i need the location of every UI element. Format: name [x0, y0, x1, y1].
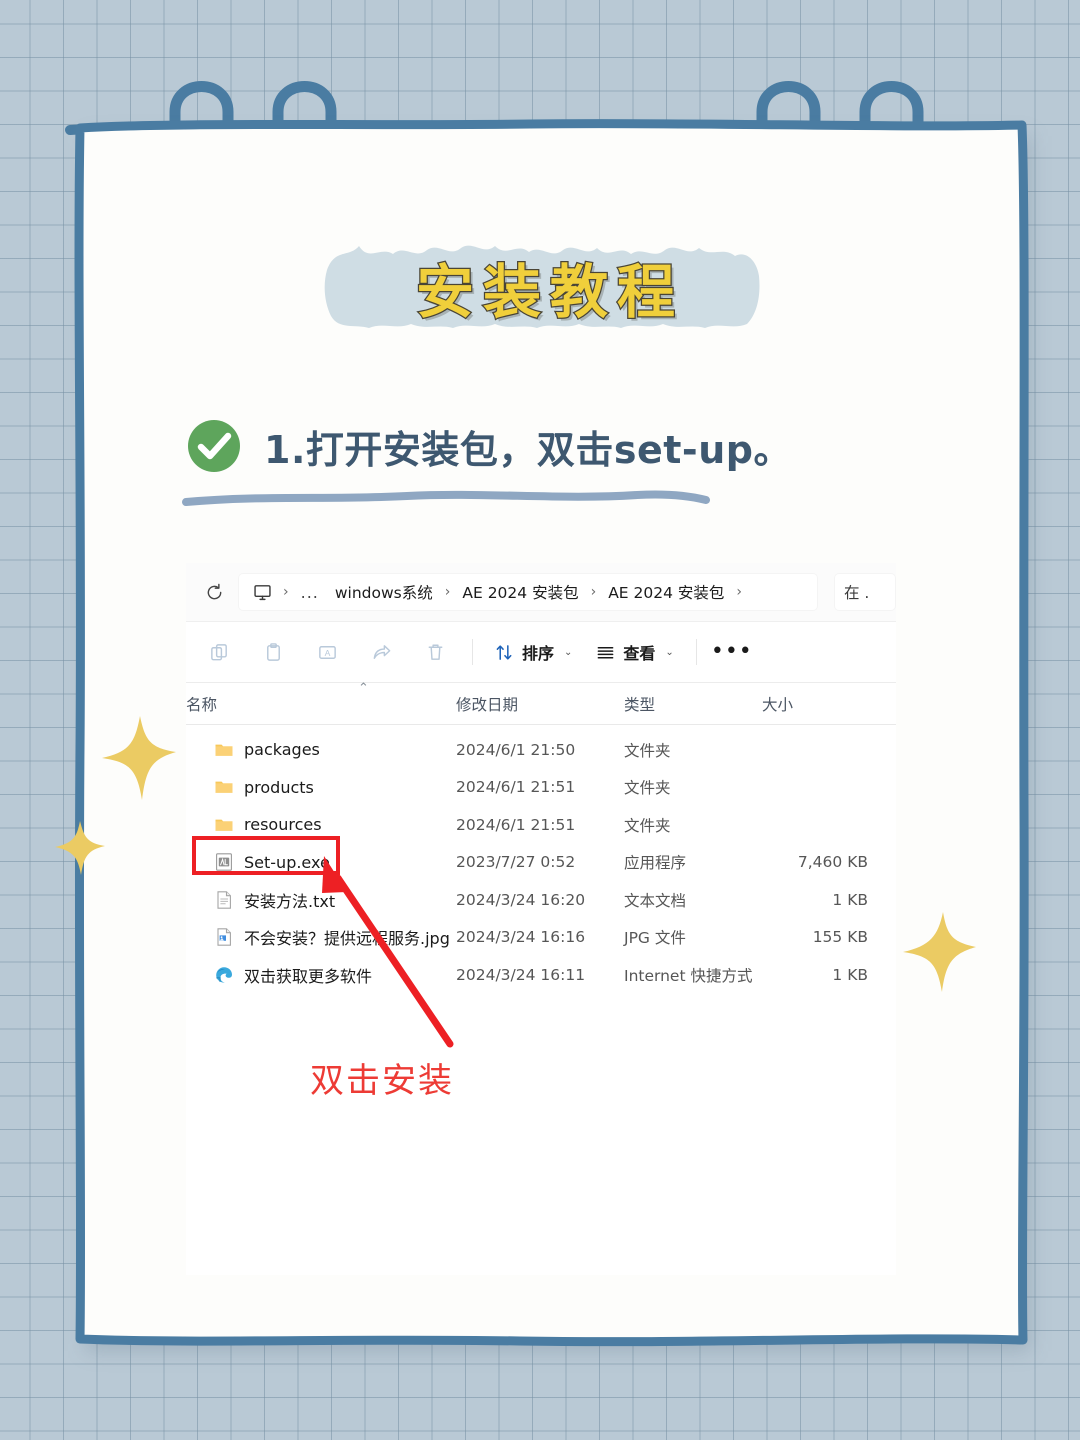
- file-type: 应用程序: [624, 854, 687, 873]
- sort-arrows-icon: [496, 644, 512, 660]
- poster-page: 安装教程 1.打开安装包，双击set-up。 › ... windows系统 ›…: [0, 0, 1080, 1440]
- file-type: 文件夹: [624, 816, 671, 835]
- chevron-down-icon: ⌄: [564, 646, 573, 658]
- column-header-date[interactable]: 修改日期: [456, 693, 624, 715]
- search-input[interactable]: 在 .: [834, 573, 896, 611]
- breadcrumb-item-windows[interactable]: windows系统: [328, 577, 440, 607]
- refresh-icon[interactable]: [198, 576, 230, 608]
- more-options-button[interactable]: •••: [707, 632, 757, 672]
- file-date: 2024/3/24 16:20: [456, 890, 586, 909]
- file-name: Set-up.exe: [244, 852, 330, 872]
- file-name-cell: resources: [186, 815, 456, 835]
- toolbar-divider: [695, 639, 697, 665]
- file-type: Internet 快捷方式: [624, 966, 753, 985]
- command-bar: A 排序 ⌄ 查看 ⌄ •••: [186, 621, 896, 683]
- table-row[interactable]: packages 2024/6/1 21:50 文件夹: [186, 731, 896, 769]
- file-size: 1 KB: [832, 965, 868, 984]
- file-list: packages 2024/6/1 21:50 文件夹 products 202…: [186, 725, 896, 994]
- breadcrumb-separator: ›: [444, 584, 451, 600]
- folder-icon: [215, 781, 233, 794]
- breadcrumb-item-ae2024-2[interactable]: AE 2024 安装包: [601, 577, 731, 607]
- breadcrumb[interactable]: › ... windows系统 › AE 2024 安装包 › AE 2024 …: [238, 573, 818, 611]
- sort-label: 排序: [522, 644, 555, 663]
- breadcrumb-separator: ›: [736, 584, 742, 600]
- file-type: 文本文档: [624, 891, 687, 910]
- file-name: resources: [244, 815, 322, 835]
- delete-icon[interactable]: [408, 629, 462, 675]
- copy-icon[interactable]: [192, 629, 246, 675]
- view-lines-icon: [598, 646, 614, 658]
- file-size: 7,460 KB: [797, 853, 868, 872]
- file-type: 文件夹: [624, 741, 671, 760]
- step-heading-row: 1.打开安装包，双击set-up。: [186, 418, 792, 474]
- this-pc-monitor-icon[interactable]: [246, 576, 278, 608]
- jpg-file-icon: [217, 928, 231, 946]
- paste-icon[interactable]: [246, 629, 300, 675]
- step-underline-stroke: [182, 490, 710, 506]
- exe-app-icon: [216, 853, 232, 871]
- title-container: 安装教程: [78, 232, 1022, 342]
- file-type: 文件夹: [624, 779, 671, 798]
- column-headers: ⌃ 名称 修改日期 类型 大小: [186, 681, 896, 725]
- column-header-size[interactable]: 大小: [762, 693, 868, 715]
- file-date: 2024/6/1 21:51: [456, 778, 576, 797]
- file-name-cell: packages: [186, 740, 456, 760]
- breadcrumb-separator: ›: [283, 584, 289, 600]
- file-date: 2024/6/1 21:50: [456, 740, 576, 759]
- folder-icon: [215, 819, 233, 831]
- toolbar-divider: [472, 639, 473, 665]
- search-placeholder: 在 .: [844, 584, 870, 602]
- table-row[interactable]: 不会安装？提供远程服务.jpg 2024/3/24 16:16 JPG 文件 1…: [186, 919, 896, 957]
- file-name-cell: 不会安装？提供远程服务.jpg: [186, 925, 456, 949]
- file-explorer-window[interactable]: › ... windows系统 › AE 2024 安装包 › AE 2024 …: [186, 563, 896, 1275]
- step-heading-text: 1.打开安装包，双击set-up。: [264, 427, 792, 472]
- file-date: 2023/7/27 0:52: [456, 853, 576, 872]
- file-name: packages: [244, 740, 320, 760]
- breadcrumb-overflow[interactable]: ...: [294, 579, 326, 606]
- address-bar: › ... windows系统 › AE 2024 安装包 › AE 2024 …: [186, 563, 896, 621]
- file-date: 2024/3/24 16:11: [456, 965, 586, 984]
- file-name-cell: 双击获取更多软件: [186, 963, 456, 987]
- view-label: 查看: [623, 644, 656, 663]
- breadcrumb-item-ae2024-1[interactable]: AE 2024 安装包: [455, 577, 585, 607]
- file-name: products: [244, 777, 314, 797]
- table-row[interactable]: 双击获取更多软件 2024/3/24 16:11 Internet 快捷方式 1…: [186, 956, 896, 994]
- edge-shortcut-icon: [216, 966, 232, 983]
- table-row[interactable]: products 2024/6/1 21:51 文件夹: [186, 769, 896, 807]
- breadcrumb-separator: ›: [590, 584, 597, 600]
- file-name-cell: Set-up.exe: [186, 852, 456, 872]
- file-name-cell: products: [186, 777, 456, 797]
- table-row[interactable]: Set-up.exe 2023/7/27 0:52 应用程序 7,460 KB: [186, 844, 896, 882]
- rename-icon[interactable]: A: [300, 629, 354, 675]
- txt-file-icon: [217, 891, 231, 909]
- file-name-cell: 安装方法.txt: [186, 888, 456, 912]
- column-header-name[interactable]: 名称: [186, 693, 456, 715]
- file-type: JPG 文件: [624, 929, 686, 948]
- chevron-down-icon: ⌄: [665, 646, 674, 658]
- file-name: 不会安装？提供远程服务.jpg: [244, 929, 450, 949]
- green-check-circle-icon: [188, 420, 240, 472]
- svg-text:A: A: [324, 647, 330, 657]
- sort-indicator-caret: ⌃: [358, 681, 369, 696]
- table-row[interactable]: 安装方法.txt 2024/3/24 16:20 文本文档 1 KB: [186, 881, 896, 919]
- file-date: 2024/3/24 16:16: [456, 928, 586, 947]
- column-header-type[interactable]: 类型: [624, 693, 762, 715]
- file-size: 155 KB: [812, 928, 868, 947]
- page-title: 安装教程: [415, 257, 684, 328]
- folder-icon: [215, 744, 233, 756]
- sort-button[interactable]: 排序 ⌄: [483, 632, 584, 672]
- table-row[interactable]: resources 2024/6/1 21:51 文件夹: [186, 806, 896, 844]
- file-size: 1 KB: [832, 890, 868, 909]
- view-button[interactable]: 查看 ⌄: [584, 632, 685, 672]
- annotation-text: 双击安装: [310, 1061, 454, 1101]
- file-name: 安装方法.txt: [244, 891, 336, 911]
- share-icon[interactable]: [354, 629, 408, 675]
- file-date: 2024/6/1 21:51: [456, 815, 576, 834]
- file-name: 双击获取更多软件: [244, 966, 373, 986]
